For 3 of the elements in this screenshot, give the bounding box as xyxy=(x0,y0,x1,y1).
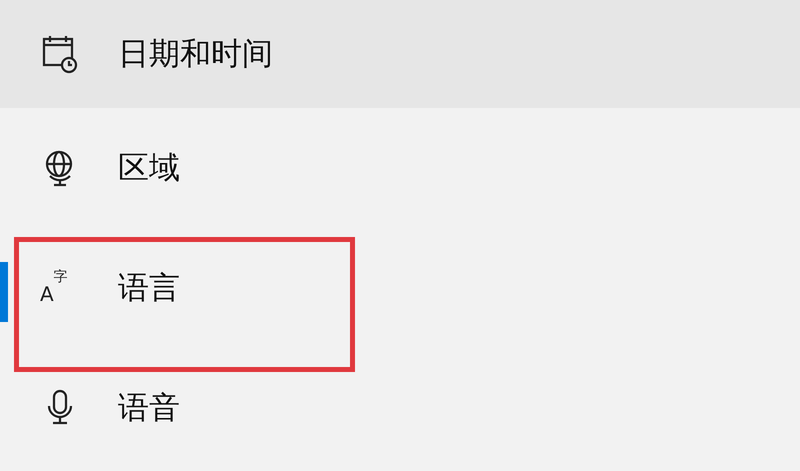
language-icon: A 字 xyxy=(40,268,80,308)
calendar-clock-icon xyxy=(41,34,79,74)
sidebar-item[interactable]: 日期和时间 xyxy=(0,0,800,108)
